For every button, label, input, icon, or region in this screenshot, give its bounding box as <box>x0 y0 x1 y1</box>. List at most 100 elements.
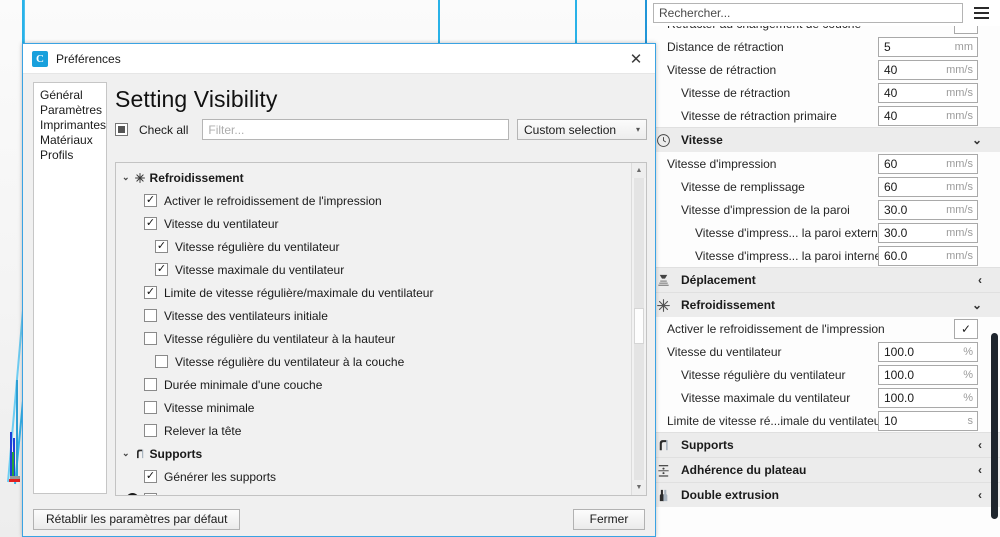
section-header-cooling[interactable]: Refroidissement ⌄ <box>647 292 1000 317</box>
tree-item-checkbox[interactable] <box>144 332 157 345</box>
setting-value-field[interactable]: 40 mm/s <box>878 105 978 126</box>
setting-row-inner-wall-speed[interactable]: Vitesse d'impress... la paroi interne 60… <box>647 244 1000 267</box>
tree-item-generate-support[interactable]: Générer les supports <box>116 465 631 488</box>
tree-item-checkbox[interactable] <box>144 217 157 230</box>
setting-value-field[interactable]: 60.0 mm/s <box>878 245 978 266</box>
reset-defaults-button[interactable]: Rétablir les paramètres par défaut <box>33 508 241 530</box>
setting-row-wall-speed[interactable]: Vitesse d'impression de la paroi 30.0 mm… <box>647 198 1000 221</box>
section-header-supports[interactable]: Supports ‹ <box>647 432 1000 457</box>
tree-item-checkbox[interactable] <box>144 194 157 207</box>
settings-panel-scrollbar[interactable] <box>991 333 998 519</box>
settings-search-input[interactable] <box>653 3 963 23</box>
tree-item-checkbox[interactable] <box>144 401 157 414</box>
chevron-left-icon[interactable]: ‹ <box>978 438 982 452</box>
setting-row-regular-fan-speed[interactable]: Vitesse régulière du ventilateur 100.0 % <box>647 363 1000 386</box>
setting-value: 30.0 <box>884 225 908 240</box>
setting-value: 40 <box>884 85 898 100</box>
scroll-down-icon[interactable]: ▼ <box>632 480 646 495</box>
tree-item-checkbox[interactable] <box>155 355 168 368</box>
tree-item-fan-speed-threshold[interactable]: Limite de vitesse régulière/maximale du … <box>116 281 631 304</box>
setting-checkbox[interactable]: ✓ <box>954 318 978 339</box>
nav-item-general[interactable]: Général <box>40 88 106 103</box>
nav-item-profiles[interactable]: Profils <box>40 148 106 163</box>
setting-label: Distance de rétraction <box>667 39 784 54</box>
setting-row-retraction-speed[interactable]: Vitesse de rétraction 40 mm/s <box>647 58 1000 81</box>
tree-scrollbar[interactable]: ▲ ▼ <box>631 163 646 495</box>
section-header-travel[interactable]: Déplacement ‹ <box>647 267 1000 292</box>
setting-value-field[interactable]: 30.0 mm/s <box>878 222 978 243</box>
tree-item-label: Vitesse régulière du ventilateur <box>175 239 340 254</box>
tree-item-minimum-layer-time[interactable]: Durée minimale d'une couche <box>116 373 631 396</box>
chevron-down-icon[interactable]: ⌄ <box>122 448 130 459</box>
nav-item-settings[interactable]: Paramètres <box>40 103 106 118</box>
setting-checkbox[interactable] <box>954 26 978 34</box>
filter-input[interactable] <box>202 119 509 140</box>
tree-item-fan-speed-at-height[interactable]: Vitesse régulière du ventilateur à la ha… <box>116 327 631 350</box>
close-button[interactable]: Fermer <box>573 508 645 530</box>
setting-row-outer-wall-speed[interactable]: Vitesse d'impress... la paroi externe 30… <box>647 221 1000 244</box>
setting-row-print-speed[interactable]: Vitesse d'impression 60 mm/s <box>647 152 1000 175</box>
selection-dropdown[interactable]: Custom selection ▾ <box>517 119 647 140</box>
hamburger-icon[interactable] <box>970 3 992 23</box>
setting-row-retraction-retract-speed[interactable]: Vitesse de rétraction 40 mm/s <box>647 81 1000 104</box>
setting-label: Activer le refroidissement de l'impressi… <box>667 321 885 336</box>
close-icon[interactable]: ✕ <box>623 46 649 72</box>
nav-item-printers[interactable]: Imprimantes <box>40 118 106 133</box>
setting-value-field[interactable]: 40 mm/s <box>878 82 978 103</box>
tree-item-lift-head[interactable]: Relever la tête <box>116 419 631 442</box>
tree-item-regular-fan-speed[interactable]: Vitesse régulière du ventilateur <box>116 235 631 258</box>
tree-item-checkbox[interactable] <box>144 424 157 437</box>
tree-item-checkbox[interactable] <box>144 286 157 299</box>
tree-item-fan-speed[interactable]: Vitesse du ventilateur <box>116 212 631 235</box>
tree-item-checkbox[interactable] <box>155 263 168 276</box>
chevron-left-icon[interactable]: ‹ <box>978 463 982 477</box>
buildplate-adhesion-icon <box>653 461 673 479</box>
tree-item-fan-speed-at-layer[interactable]: Vitesse régulière du ventilateur à la co… <box>116 350 631 373</box>
tree-group-supports[interactable]: ⌄ Supports <box>116 442 631 465</box>
setting-row-infill-speed[interactable]: Vitesse de remplissage 60 mm/s <box>647 175 1000 198</box>
tree-item-max-fan-speed[interactable]: Vitesse maximale du ventilateur <box>116 258 631 281</box>
setting-row-fan-speed-threshold[interactable]: Limite de vitesse ré...imale du ventilat… <box>647 409 1000 432</box>
chevron-down-icon[interactable]: ⌄ <box>122 172 130 183</box>
scroll-up-icon[interactable]: ▲ <box>632 163 646 178</box>
nav-item-materials[interactable]: Matériaux <box>40 133 106 148</box>
tree-item-checkbox[interactable] <box>144 470 157 483</box>
setting-value-field[interactable]: 60 mm/s <box>878 176 978 197</box>
section-header-adhesion[interactable]: Adhérence du plateau ‹ <box>647 457 1000 482</box>
setting-value-field[interactable]: 5 mm <box>878 36 978 57</box>
tree-group-refroidissement[interactable]: ⌄ Refroidissement <box>116 166 631 189</box>
setting-value-field[interactable]: 100.0 % <box>878 387 978 408</box>
section-header-dual-extrusion[interactable]: Double extrusion ‹ <box>647 482 1000 507</box>
chevron-left-icon[interactable]: ‹ <box>978 488 982 502</box>
tree-item-minimum-speed[interactable]: Vitesse minimale <box>116 396 631 419</box>
setting-value-field[interactable]: 30.0 mm/s <box>878 199 978 220</box>
setting-row-retraction-prime-speed[interactable]: Vitesse de rétraction primaire 40 mm/s <box>647 104 1000 127</box>
setting-row-retraction-distance[interactable]: Distance de rétraction 5 mm <box>647 35 1000 58</box>
tree-item-checkbox[interactable] <box>144 309 157 322</box>
tree-item-checkbox[interactable] <box>155 240 168 253</box>
tree-item-initial-fan-speed[interactable]: Vitesse des ventilateurs initiale <box>116 304 631 327</box>
chevron-down-icon[interactable]: ⌄ <box>972 133 982 147</box>
tree-item-support-extruder[interactable]: i Extrudeuse de support <box>116 488 631 495</box>
setting-row-fan-speed[interactable]: Vitesse du ventilateur 100.0 % <box>647 340 1000 363</box>
setting-label: Vitesse d'impress... la paroi externe <box>695 225 878 240</box>
setting-value-field[interactable]: 60 mm/s <box>878 153 978 174</box>
chevron-down-icon[interactable]: ⌄ <box>972 298 982 312</box>
tree-scrollbar-thumb[interactable] <box>634 308 644 344</box>
setting-label: Vitesse de rétraction <box>667 62 777 77</box>
tree-item-enable-cooling[interactable]: Activer le refroidissement de l'impressi… <box>116 189 631 212</box>
setting-value-field[interactable]: 40 mm/s <box>878 59 978 80</box>
setting-row-enable-cooling[interactable]: Activer le refroidissement de l'impressi… <box>647 317 1000 340</box>
dialog-titlebar[interactable]: C Préférences ✕ <box>23 44 655 74</box>
chevron-left-icon[interactable]: ‹ <box>978 273 982 287</box>
tree-item-checkbox[interactable] <box>144 378 157 391</box>
setting-value-field[interactable]: 100.0 % <box>878 341 978 362</box>
check-all-checkbox[interactable] <box>115 123 128 136</box>
section-header-speed[interactable]: Vitesse ⌄ <box>647 127 1000 152</box>
setting-value-field[interactable]: 10 s <box>878 410 978 431</box>
setting-value-field[interactable]: 100.0 % <box>878 364 978 385</box>
tree-item-checkbox[interactable] <box>144 493 157 495</box>
setting-row-max-fan-speed[interactable]: Vitesse maximale du ventilateur 100.0 % <box>647 386 1000 409</box>
setting-unit: % <box>963 391 973 404</box>
info-icon[interactable]: i <box>126 493 139 495</box>
